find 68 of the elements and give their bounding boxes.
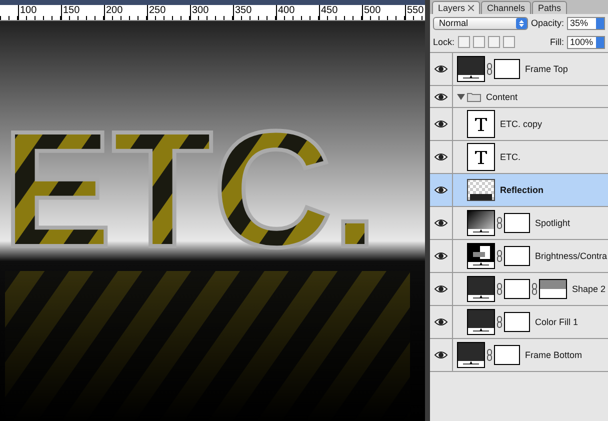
eye-icon[interactable] — [434, 251, 448, 261]
ruler-label: 500 — [362, 5, 405, 20]
layer-row[interactable]: Spotlight — [430, 207, 608, 240]
stepper-icon — [516, 18, 527, 28]
ruler-label: 250 — [147, 5, 190, 20]
layer-row[interactable]: ETC. copy — [430, 108, 608, 141]
eye-icon[interactable] — [434, 317, 448, 327]
artwork-drawing: ETC. — [0, 21, 425, 421]
layer-name: Color Fill 1 — [535, 317, 578, 327]
chain-link-icon — [497, 217, 502, 229]
lock-label: Lock: — [433, 37, 455, 47]
fill-field[interactable]: 100% — [567, 36, 605, 48]
layer-row[interactable]: Brightness/Contra — [430, 240, 608, 273]
fill-label: Fill: — [550, 37, 564, 47]
layer-row[interactable]: Shape 2 — [430, 273, 608, 306]
chain-link-icon — [497, 316, 502, 328]
fill-layer-thumbnail — [457, 56, 485, 82]
gradient-layer-thumbnail — [467, 210, 495, 236]
opacity-field[interactable]: 35% — [567, 16, 605, 30]
eye-icon[interactable] — [434, 218, 448, 228]
ruler-label: 300 — [190, 5, 233, 20]
layer-name: ETC. copy — [500, 119, 542, 129]
expanded-triangle-icon[interactable] — [457, 92, 465, 100]
ruler-label: 400 — [276, 5, 319, 20]
fill-layer-thumbnail — [457, 342, 485, 368]
ruler-label: 200 — [104, 5, 147, 20]
layer-name: Frame Top — [525, 64, 568, 74]
opacity-label: Opacity: — [530, 18, 564, 28]
ruler-label: 100 — [18, 5, 61, 20]
text-layer-thumbnail — [467, 110, 495, 138]
layer-row[interactable]: Reflection — [430, 174, 608, 207]
panel-tab[interactable]: Layers — [432, 1, 480, 14]
blend-mode-dropdown[interactable]: Normal — [433, 16, 528, 30]
eye-icon[interactable] — [434, 64, 448, 74]
layer-name: ETC. — [500, 152, 521, 162]
folder-icon — [467, 92, 481, 102]
chain-link-icon — [497, 283, 502, 295]
text-layer-thumbnail — [467, 143, 495, 171]
chain-link-icon — [487, 63, 492, 75]
layer-name: Shape 2 — [572, 284, 606, 294]
image-layer-thumbnail — [467, 179, 495, 201]
eye-icon[interactable] — [434, 92, 448, 102]
eye-icon[interactable] — [434, 350, 448, 360]
layer-name: Frame Bottom — [525, 350, 582, 360]
layer-row[interactable]: Frame Top — [430, 53, 608, 86]
layer-row[interactable]: Frame Bottom — [430, 339, 608, 372]
eye-icon[interactable] — [434, 185, 448, 195]
panel-tab[interactable]: Paths — [532, 1, 568, 14]
chain-link-icon — [532, 283, 537, 295]
fill-layer-thumbnail — [467, 276, 495, 302]
layer-name: Spotlight — [535, 218, 570, 228]
eye-icon[interactable] — [434, 119, 448, 129]
layer-name: Brightness/Contra — [535, 251, 608, 261]
panel-tab[interactable]: Channels — [481, 1, 532, 14]
layer-row[interactable]: Content — [430, 86, 608, 108]
ruler-label: 450 — [319, 5, 362, 20]
chain-link-icon — [497, 250, 502, 262]
ruler-label: 350 — [233, 5, 276, 20]
ruler-label: 150 — [61, 5, 104, 20]
fill-layer-thumbnail — [467, 309, 495, 335]
chain-link-icon — [487, 349, 492, 361]
eye-icon[interactable] — [434, 152, 448, 162]
layer-name: Reflection — [500, 185, 544, 195]
layer-row[interactable]: Color Fill 1 — [430, 306, 608, 339]
layer-name: Content — [486, 92, 518, 102]
eye-icon[interactable] — [434, 284, 448, 294]
close-icon[interactable] — [468, 5, 474, 11]
adjustment-layer-thumbnail — [467, 243, 495, 269]
